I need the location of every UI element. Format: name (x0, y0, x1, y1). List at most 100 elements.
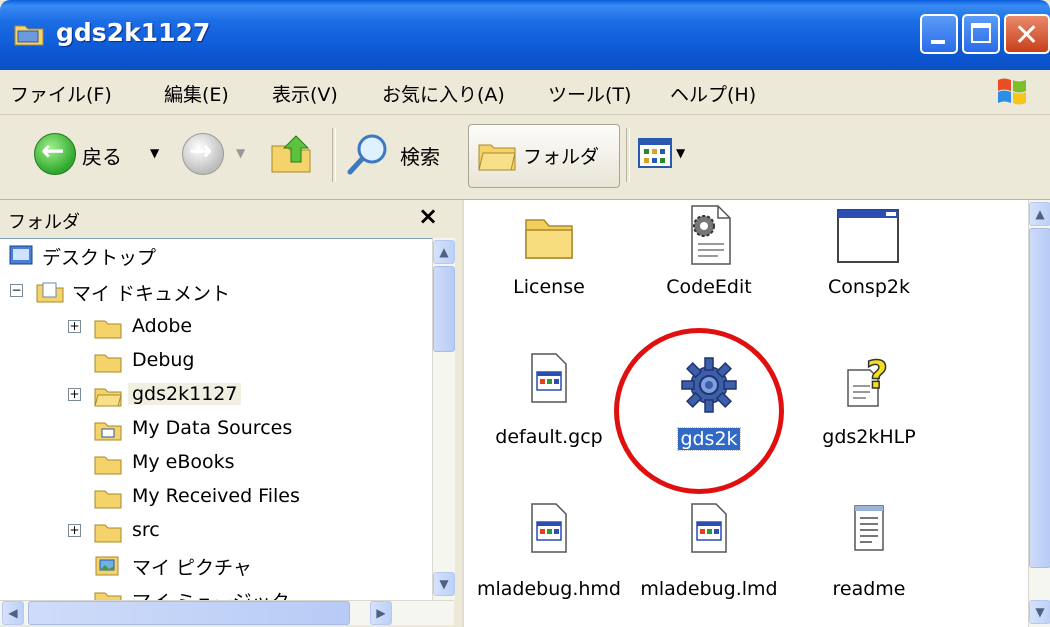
svg-text:?: ? (866, 356, 888, 397)
folders-button[interactable]: フォルダ (468, 124, 620, 188)
windows-logo-icon (998, 78, 1026, 105)
file-list-view: License CodeEdit Consp2k default.gcp gds… (462, 200, 1030, 627)
folder-icon (94, 456, 122, 475)
file-list-vertical-scrollbar[interactable]: ▲ ▼ (1028, 200, 1050, 627)
views-icon[interactable] (638, 138, 672, 168)
expand-icon[interactable]: + (68, 320, 81, 333)
file-item-mladebug-hmd[interactable]: mladebug.hmd (474, 500, 624, 610)
file-name: gds2k (634, 427, 784, 451)
back-button-label[interactable]: 戻る (82, 141, 122, 170)
folder-pane-close-icon[interactable]: × (418, 202, 438, 230)
tree-item-label: Adobe (132, 315, 193, 337)
maximize-button[interactable] (962, 14, 1000, 54)
tree-item-label: My Data Sources (132, 417, 293, 439)
scroll-down-icon[interactable]: ▼ (433, 572, 455, 596)
folder-tree-horizontal-scrollbar[interactable]: ◀ ▶ (0, 600, 454, 625)
menu-tools[interactable]: ツール(T) (548, 80, 631, 107)
tree-item-my-data-sources[interactable]: My Data Sources (0, 413, 430, 447)
back-arrow-glyph: ← (41, 134, 65, 167)
toolbar-separator (332, 128, 336, 182)
scroll-down-icon[interactable]: ▼ (1029, 600, 1050, 624)
back-dropdown-icon[interactable]: ▼ (150, 146, 159, 160)
selected-file-name: gds2k (677, 427, 741, 451)
file-item-consp2k[interactable]: Consp2k (794, 200, 944, 320)
menu-bar: ファイル(F) 編集(E) 表示(V) お気に入り(A) ツール(T) ヘルプ(… (0, 70, 1050, 115)
folder-pane-header: フォルダ × (0, 200, 462, 238)
close-icon: ✕ (1014, 18, 1040, 53)
up-folder-icon[interactable] (268, 132, 314, 176)
file-item-license[interactable]: License (474, 200, 624, 320)
tree-item-label: マイ ミュージック (132, 587, 290, 601)
folder-tree: デスクトップ − マイ ドキュメント + Adobe Debug + gds2k… (0, 238, 432, 601)
folder-icon (14, 25, 44, 46)
file-item-readme[interactable]: readme (794, 500, 944, 610)
search-button-label[interactable]: 検索 (400, 141, 440, 170)
menu-view[interactable]: 表示(V) (272, 80, 338, 107)
scroll-thumb[interactable] (28, 601, 350, 625)
toolbar-separator (626, 128, 630, 182)
folder-pane-title: フォルダ (8, 212, 80, 233)
menu-help[interactable]: ヘルプ(H) (670, 80, 756, 107)
tree-item-debug[interactable]: Debug (0, 345, 430, 379)
file-item-codeedit[interactable]: CodeEdit (634, 200, 784, 320)
folder-open-icon (94, 388, 122, 407)
my-pictures-icon (95, 556, 119, 576)
expand-icon[interactable]: + (68, 524, 81, 537)
tree-item-src[interactable]: + src (0, 515, 430, 549)
help-file-icon: ? (847, 356, 889, 407)
tree-item-label: My Received Files (132, 485, 300, 507)
forward-dropdown-icon[interactable]: ▼ (236, 146, 245, 160)
folder-icon (525, 219, 573, 259)
window-document-icon (531, 503, 567, 553)
my-documents-icon (36, 282, 64, 303)
maximize-icon (971, 23, 991, 43)
tree-item-label: gds2k1127 (128, 383, 242, 405)
folders-icon (478, 144, 516, 171)
window-document-icon (531, 353, 567, 403)
tree-item-my-ebooks[interactable]: My eBooks (0, 447, 430, 481)
tree-item-my-pictures[interactable]: マイ ピクチャ (0, 549, 430, 583)
tree-item-my-documents[interactable]: − マイ ドキュメント (0, 275, 430, 309)
forward-arrow-glyph: → (189, 134, 213, 167)
file-name: mladebug.hmd (477, 578, 621, 600)
file-name: CodeEdit (666, 276, 752, 298)
file-name: default.gcp (495, 426, 603, 448)
tree-item-label: マイ ドキュメント (72, 283, 231, 305)
minimize-button[interactable] (920, 14, 958, 54)
tree-item-my-music[interactable]: マイ ミュージック (0, 583, 430, 601)
file-item-default-gcp[interactable]: default.gcp (474, 350, 624, 460)
views-dropdown-icon[interactable]: ▼ (676, 146, 685, 160)
search-icon[interactable] (346, 132, 390, 176)
app-window-icon (837, 209, 899, 263)
tree-item-label: Debug (132, 349, 195, 371)
file-name: mladebug.lmd (640, 578, 778, 600)
scroll-up-icon[interactable]: ▲ (433, 240, 455, 264)
tree-item-gds2k1127[interactable]: + gds2k1127 (0, 379, 430, 413)
scroll-right-icon[interactable]: ▶ (370, 601, 392, 625)
collapse-icon[interactable]: − (10, 284, 23, 297)
tree-item-desktop[interactable]: デスクトップ (0, 239, 430, 273)
file-item-gds2khlp[interactable]: ? gds2kHLP (794, 350, 944, 460)
scroll-up-icon[interactable]: ▲ (1029, 202, 1050, 226)
file-item-gds2k[interactable]: gds2k (634, 350, 784, 460)
expand-icon[interactable]: + (68, 388, 81, 401)
menu-file[interactable]: ファイル(F) (10, 80, 112, 107)
tree-item-adobe[interactable]: + Adobe (0, 311, 430, 345)
scroll-left-icon[interactable]: ◀ (2, 601, 24, 625)
tree-item-label: src (132, 519, 160, 541)
tree-item-label: マイ ピクチャ (132, 557, 252, 579)
folders-button-label: フォルダ (523, 146, 600, 168)
folder-tree-vertical-scrollbar[interactable]: ▲ ▼ (432, 238, 455, 600)
menu-edit[interactable]: 編集(E) (164, 80, 229, 107)
tree-item-label: My eBooks (132, 451, 235, 473)
file-name: gds2kHLP (822, 426, 916, 448)
scroll-thumb[interactable] (433, 266, 455, 352)
file-name: License (513, 276, 585, 298)
close-button[interactable]: ✕ (1004, 14, 1050, 54)
title-bar[interactable]: gds2k1127 ✕ (0, 0, 1050, 70)
window-title: gds2k1127 (56, 18, 211, 47)
scroll-thumb[interactable] (1029, 228, 1050, 568)
tree-item-my-received-files[interactable]: My Received Files (0, 481, 430, 515)
file-item-mladebug-lmd[interactable]: mladebug.lmd (634, 500, 784, 610)
menu-favorites[interactable]: お気に入り(A) (382, 80, 505, 107)
